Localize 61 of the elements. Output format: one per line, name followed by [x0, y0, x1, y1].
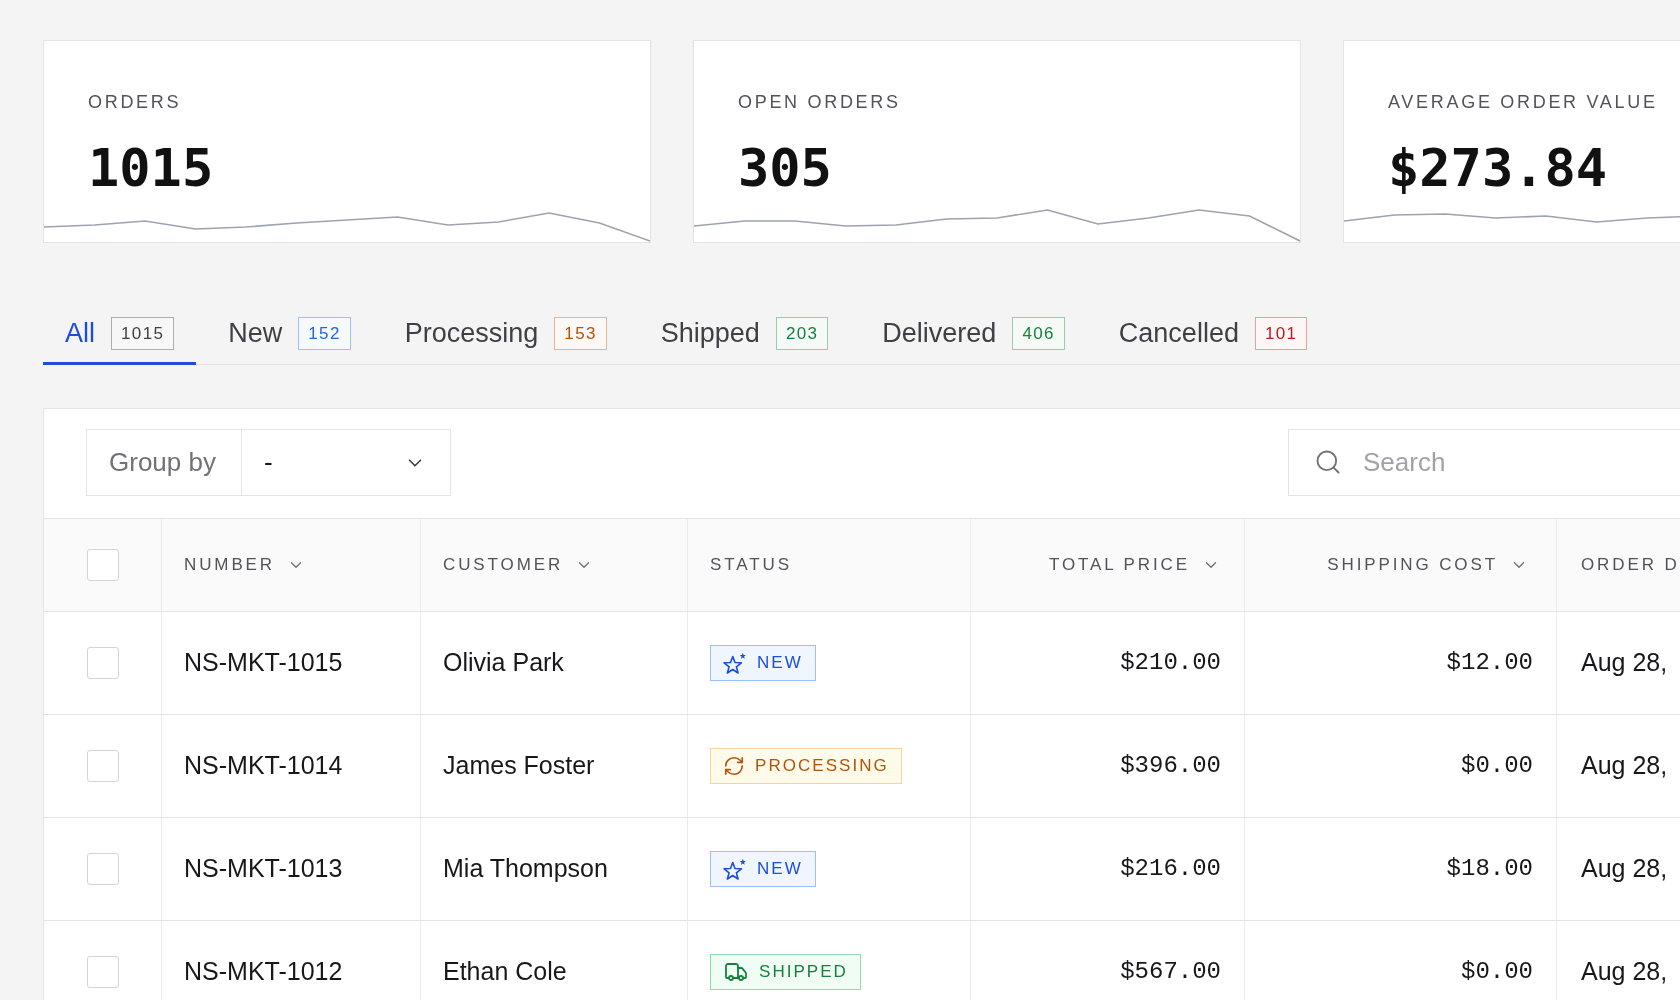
order-date: Aug 28, [1581, 956, 1668, 988]
column-header[interactable]: TOTAL PRICE [1048, 552, 1220, 578]
stat-label: OPEN ORDERS [738, 91, 901, 113]
status-label: NEW [757, 859, 803, 879]
total-price: $210.00 [1120, 648, 1221, 678]
order-date: Aug 28, [1581, 853, 1668, 885]
column-header[interactable]: SHIPPING COST [1327, 552, 1528, 578]
customer-name: Olivia Park [443, 647, 564, 679]
row-checkbox[interactable] [86, 956, 119, 988]
total-price: $567.00 [1120, 957, 1221, 987]
order-number: NS-MKT-1013 [184, 853, 343, 885]
shipping-cost: $12.00 [1446, 648, 1533, 678]
status-label: SHIPPED [759, 962, 848, 982]
shipping-cost: $0.00 [1461, 751, 1533, 781]
column-header: ORDER D [1581, 554, 1680, 577]
tab[interactable]: New 152 [206, 301, 373, 365]
shipping-cost: $0.00 [1461, 957, 1533, 987]
select-all-checkbox[interactable] [86, 549, 119, 581]
truck-icon [723, 960, 749, 984]
customer-name: James Foster [443, 750, 595, 782]
customer-name: Ethan Cole [443, 956, 567, 988]
count-badge: 406 [1012, 316, 1065, 350]
tab[interactable]: Delivered 406 [860, 301, 1087, 365]
tab[interactable]: All 1015 [43, 301, 197, 365]
star-icon [723, 858, 747, 880]
circular-arrows-icon [723, 755, 745, 777]
tab[interactable]: Shipped 203 [638, 301, 851, 365]
stat-value: $273.84 [1388, 140, 1608, 196]
row-checkbox[interactable] [86, 647, 119, 679]
search-field[interactable]: Search [1288, 429, 1680, 496]
order-number: NS-MKT-1012 [184, 956, 343, 988]
stat-label: AVERAGE ORDER VALUE [1388, 91, 1658, 113]
order-date: Aug 28, [1581, 750, 1668, 782]
stat-value: 1015 [88, 140, 214, 196]
stat-value: 305 [738, 140, 832, 196]
count-badge: 203 [775, 316, 829, 350]
count-badge: 152 [298, 316, 351, 350]
total-price: $396.00 [1120, 751, 1221, 781]
tab[interactable]: Processing 153 [382, 301, 629, 365]
order-number: NS-MKT-1015 [184, 647, 343, 679]
stat-label: ORDERS [88, 91, 182, 113]
count-badge: 101 [1254, 316, 1308, 350]
search-icon [1314, 448, 1342, 476]
column-header: STATUS [710, 554, 792, 577]
shipping-cost: $18.00 [1446, 854, 1533, 884]
status-label: NEW [757, 653, 803, 673]
total-price: $216.00 [1120, 854, 1221, 884]
star-icon [723, 652, 747, 674]
group-by-dropdown[interactable]: - [242, 429, 451, 496]
customer-name: Mia Thompson [443, 853, 608, 885]
tab[interactable]: Cancelled 101 [1096, 301, 1330, 365]
count-badge: 153 [554, 316, 607, 350]
group-by-label: Group by [86, 429, 242, 496]
order-date: Aug 28, [1581, 647, 1668, 679]
column-header[interactable]: NUMBER [184, 552, 305, 578]
order-number: NS-MKT-1014 [184, 750, 343, 782]
status-label: PROCESSING [755, 756, 889, 776]
column-header[interactable]: CUSTOMER [443, 552, 594, 578]
row-checkbox[interactable] [86, 853, 119, 885]
row-checkbox[interactable] [86, 750, 119, 782]
count-badge: 1015 [111, 316, 175, 350]
